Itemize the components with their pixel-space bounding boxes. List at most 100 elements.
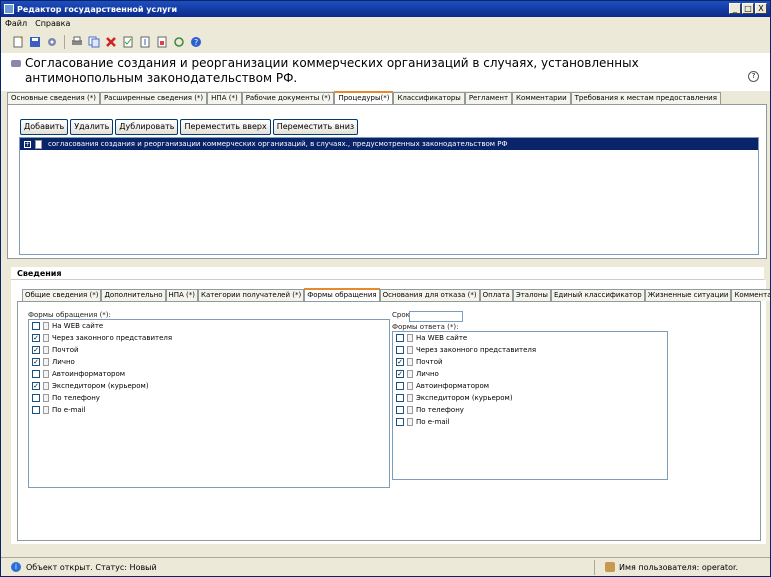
tab-work-documents[interactable]: Рабочие документы (*) xyxy=(241,92,335,104)
list-item[interactable]: Экспедитором (курьером) xyxy=(393,392,667,404)
item-label: По телефону xyxy=(416,406,464,414)
tab-regulation[interactable]: Регламент xyxy=(464,92,513,104)
refresh-icon[interactable] xyxy=(172,35,186,49)
copy-icon[interactable] xyxy=(87,35,101,49)
item-label: На WEB сайте xyxy=(416,334,468,342)
list-item[interactable]: По e-mail xyxy=(393,416,667,428)
details-heading: Сведения xyxy=(11,267,764,280)
checkbox[interactable]: ✓ xyxy=(32,346,40,354)
delete-button[interactable]: Удалить xyxy=(70,119,114,135)
checkbox[interactable] xyxy=(32,406,40,414)
tab-basic-info[interactable]: Основные сведения (*) xyxy=(7,92,100,104)
list-item[interactable]: Автоинформатором xyxy=(393,380,667,392)
menu-file[interactable]: Файл xyxy=(5,19,27,28)
print-icon[interactable] xyxy=(70,35,84,49)
list-item[interactable]: ✓ Через законного представителя xyxy=(29,332,389,344)
tab-life-situations[interactable]: Жизненные ситуации xyxy=(644,289,732,301)
list-item[interactable]: ✓ Лично xyxy=(393,368,667,380)
item-label: Через законного представителя xyxy=(416,346,537,354)
file-icon xyxy=(407,394,413,402)
maximize-button[interactable]: □ xyxy=(742,3,754,14)
window-title: Редактор государственной услуги xyxy=(17,4,178,14)
tab-npa[interactable]: НПА (*) xyxy=(207,92,242,104)
checkbox[interactable] xyxy=(396,346,404,354)
list-item[interactable]: На WEB сайте xyxy=(29,320,389,332)
list-item[interactable]: Через законного представителя xyxy=(393,344,667,356)
checkbox[interactable]: ✓ xyxy=(32,334,40,342)
move-up-button[interactable]: Переместить вверх xyxy=(180,119,271,135)
menu-bar: Файл Справка xyxy=(1,17,770,30)
checkbox[interactable] xyxy=(396,334,404,342)
tab-appeal-forms[interactable]: Формы обращения xyxy=(304,288,380,301)
save-icon[interactable] xyxy=(28,35,42,49)
file-icon xyxy=(407,406,413,414)
procedure-row[interactable]: + согласования создания и реорганизации … xyxy=(20,138,758,150)
tab-extended-info[interactable]: Расширенные сведения (*) xyxy=(99,92,208,104)
list-item[interactable]: ✓ Почтой xyxy=(29,344,389,356)
tab-refusal-grounds[interactable]: Основания для отказа (*) xyxy=(379,289,480,301)
check-icon[interactable] xyxy=(121,35,135,49)
help-button[interactable]: ? xyxy=(748,71,759,82)
list-item[interactable]: По телефону xyxy=(393,404,667,416)
response-forms-label: Формы ответа (*): xyxy=(392,323,459,331)
checkbox[interactable] xyxy=(32,394,40,402)
list-item[interactable]: Автоинформатором xyxy=(29,368,389,380)
checkbox[interactable] xyxy=(32,322,40,330)
procedure-buttons: Добавить Удалить Дублировать Переместить… xyxy=(20,119,359,135)
file-icon xyxy=(407,370,413,378)
list-item[interactable]: ✓ Экспедитором (курьером) xyxy=(29,380,389,392)
menu-help[interactable]: Справка xyxy=(35,19,70,28)
list-item[interactable]: По телефону xyxy=(29,392,389,404)
help-icon[interactable]: ? xyxy=(189,35,203,49)
item-label: На WEB сайте xyxy=(52,322,104,330)
duplicate-button[interactable]: Дублировать xyxy=(115,119,179,135)
user-icon xyxy=(605,562,615,572)
new-document-icon[interactable] xyxy=(11,35,25,49)
checkbox[interactable] xyxy=(396,418,404,426)
tab-details-comments[interactable]: Комментарии xyxy=(731,289,770,301)
item-label: Почтой xyxy=(416,358,443,366)
minimize-button[interactable]: _ xyxy=(729,3,741,14)
checkbox[interactable] xyxy=(396,382,404,390)
list-item[interactable]: По e-mail xyxy=(29,404,389,416)
import-icon[interactable] xyxy=(138,35,152,49)
move-down-button[interactable]: Переместить вниз xyxy=(272,119,359,135)
appeal-forms-list: На WEB сайте ✓ Через законного представите… xyxy=(28,319,390,488)
tab-comments[interactable]: Комментарии xyxy=(512,92,571,104)
title-bar[interactable]: Редактор государственной услуги _ □ X xyxy=(1,1,770,17)
checkbox[interactable]: ✓ xyxy=(396,358,404,366)
tab-recipients[interactable]: Категории получателей (*) xyxy=(198,289,305,301)
item-label: Лично xyxy=(52,358,75,366)
checkbox[interactable]: ✓ xyxy=(32,382,40,390)
list-item[interactable]: ✓ Почтой xyxy=(393,356,667,368)
appeal-forms-label: Формы обращения (*): xyxy=(28,311,111,319)
document-icon xyxy=(35,139,42,149)
tab-general[interactable]: Общие сведения (*) xyxy=(22,289,102,301)
tab-standards[interactable]: Эталоны xyxy=(512,289,551,301)
checkbox[interactable] xyxy=(396,406,404,414)
tab-details-npa[interactable]: НПА (*) xyxy=(165,289,199,301)
tab-unified-classifier[interactable]: Единый классификатор xyxy=(550,289,645,301)
settings-icon[interactable] xyxy=(45,35,59,49)
tab-classifiers[interactable]: Классификаторы xyxy=(393,92,465,104)
item-label: Экспедитором (курьером) xyxy=(52,382,149,390)
tab-additional[interactable]: Дополнительно xyxy=(101,289,166,301)
export-icon[interactable] xyxy=(155,35,169,49)
tab-procedures[interactable]: Процедуры(*) xyxy=(334,91,394,104)
checkbox[interactable] xyxy=(396,394,404,402)
checkbox[interactable]: ✓ xyxy=(396,370,404,378)
procedures-list[interactable]: + согласования создания и реорганизации … xyxy=(19,137,759,255)
delete-icon[interactable] xyxy=(104,35,118,49)
term-input[interactable] xyxy=(409,311,463,322)
checkbox[interactable] xyxy=(32,370,40,378)
toolbar: ? xyxy=(1,31,770,52)
list-item[interactable]: ✓ Лично xyxy=(29,356,389,368)
add-button[interactable]: Добавить xyxy=(20,119,69,135)
tab-requirements[interactable]: Требования к местам предоставления xyxy=(570,92,721,104)
close-button[interactable]: X xyxy=(755,3,767,14)
expand-icon[interactable]: + xyxy=(24,140,31,148)
tab-payment[interactable]: Оплата xyxy=(479,289,513,301)
svg-text:?: ? xyxy=(194,38,198,47)
list-item[interactable]: На WEB сайте xyxy=(393,332,667,344)
checkbox[interactable]: ✓ xyxy=(32,358,40,366)
